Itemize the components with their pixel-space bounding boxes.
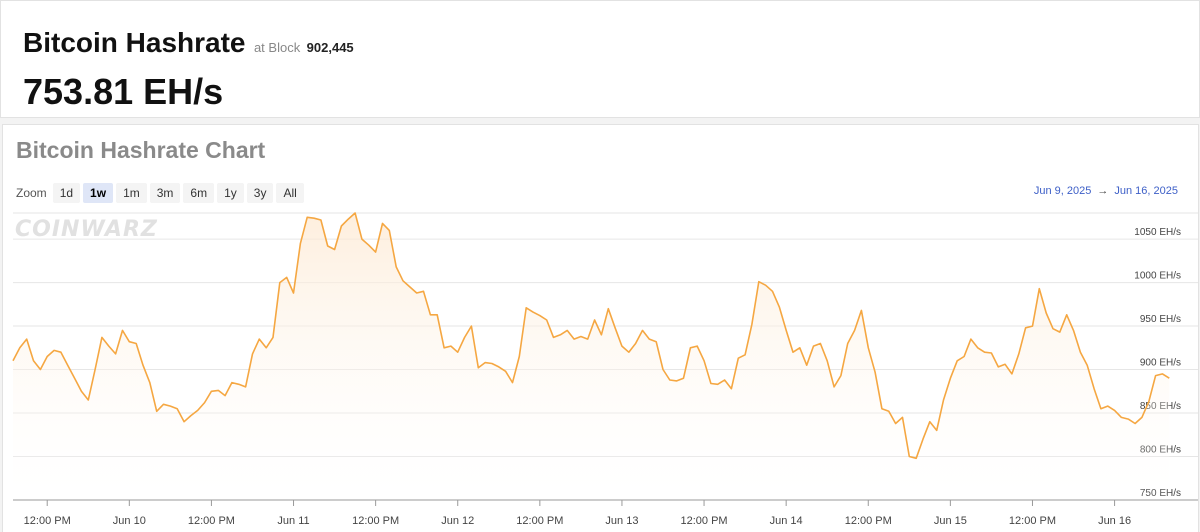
hashrate-header: Bitcoin Hashrate at Block 902,445 753.81…: [0, 0, 1200, 118]
x-tick-label: 12:00 PM: [516, 515, 563, 527]
x-tick-label: 12:00 PM: [681, 515, 728, 527]
x-tick-label: Jun 16: [1098, 515, 1131, 527]
hashrate-area-fill: [13, 213, 1170, 500]
x-tick-label: Jun 15: [934, 515, 967, 527]
y-tick-label: 1000 EH/s: [1134, 271, 1181, 282]
block-number: 902,445: [306, 40, 354, 55]
x-tick-label: Jun 14: [770, 515, 803, 527]
x-tick-label: 12:00 PM: [352, 515, 399, 527]
block-label: at Block: [253, 40, 301, 55]
y-tick-label: 900 EH/s: [1140, 358, 1181, 369]
x-tick-label: Jun 12: [441, 515, 474, 527]
x-tick-label: Jun 11: [277, 515, 309, 527]
x-tick-label: 12:00 PM: [845, 515, 892, 527]
y-tick-label: 1050 EH/s: [1134, 227, 1181, 238]
x-tick-label: Jun 10: [113, 515, 146, 527]
x-tick-label: 12:00 PM: [24, 515, 71, 527]
page-title: Bitcoin Hashrate: [23, 27, 246, 58]
y-tick-label: 950 EH/s: [1140, 314, 1181, 325]
chart-card: Bitcoin Hashrate Chart Zoom 1d 1w 1m 3m …: [2, 124, 1199, 532]
x-tick-label: 12:00 PM: [1009, 515, 1056, 527]
x-tick-label: 12:00 PM: [188, 515, 235, 527]
title-row: Bitcoin Hashrate at Block 902,445: [23, 27, 354, 59]
hashrate-chart[interactable]: 750 EH/s800 EH/s850 EH/s900 EH/s950 EH/s…: [3, 125, 1198, 532]
current-hashrate-value: 753.81 EH/s: [23, 71, 224, 112]
x-tick-label: Jun 13: [605, 515, 638, 527]
